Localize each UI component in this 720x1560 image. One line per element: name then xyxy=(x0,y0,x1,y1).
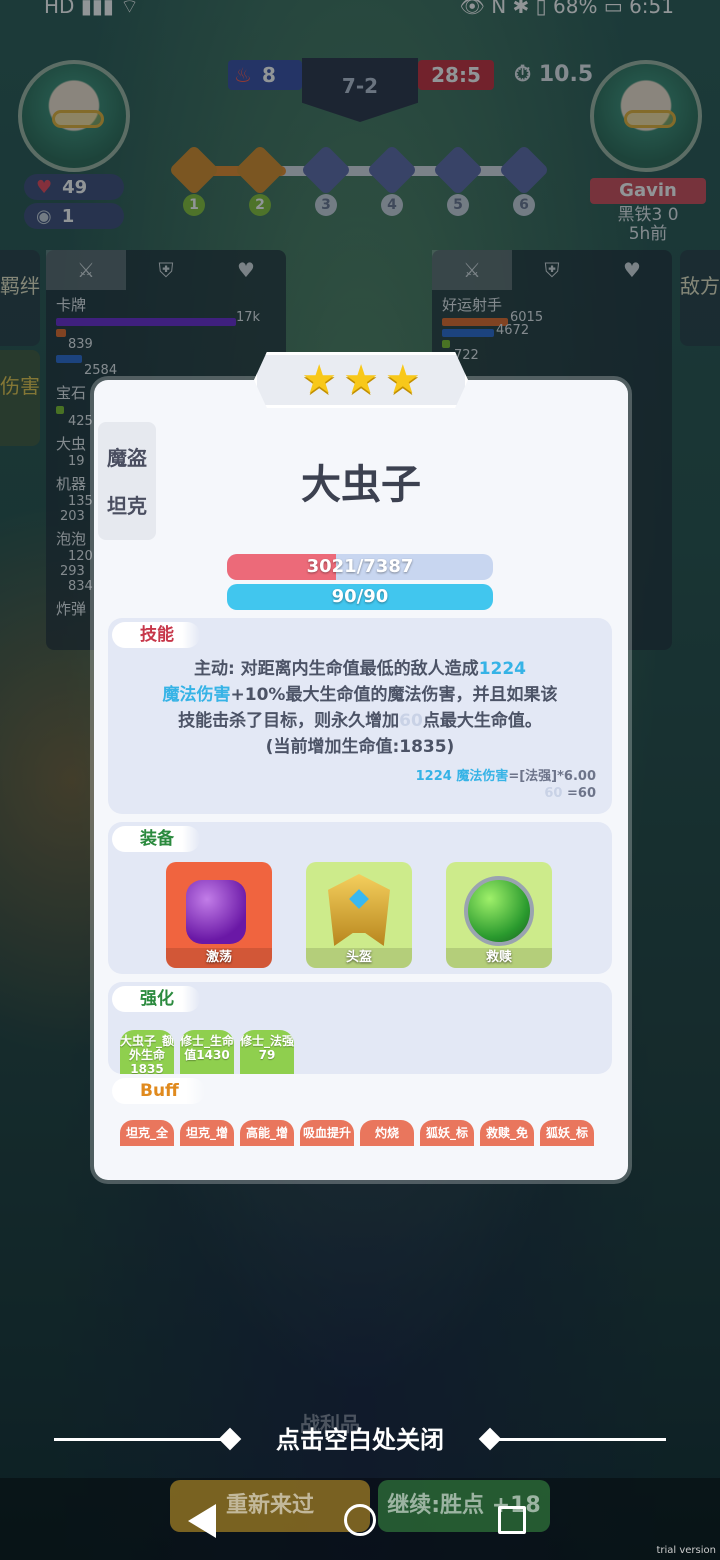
formula-damage: 1224 魔法伤害 xyxy=(415,769,509,784)
enhance-item[interactable]: 修士_法强79 xyxy=(240,1030,294,1074)
skill-line3c: 点最大生命值。 xyxy=(422,711,542,731)
buff-item[interactable]: 狐妖_标 xyxy=(540,1120,594,1146)
buff-item[interactable]: 狐妖_标 xyxy=(420,1120,474,1146)
buff-item[interactable]: 吸血提升 xyxy=(300,1120,354,1146)
home-icon[interactable] xyxy=(344,1504,376,1536)
skill-formula: 1224 魔法伤害=[法强]*6.00 60 =60 xyxy=(416,768,596,802)
enhance-label: 强化 xyxy=(112,986,200,1012)
back-icon[interactable] xyxy=(188,1504,216,1538)
equipment-item[interactable]: 头盔 xyxy=(306,862,412,968)
equipment-item[interactable]: 救赎 xyxy=(446,862,552,968)
skill-damage-value: 1224 xyxy=(478,659,527,679)
skill-description: 主动: 对距离内生命值最低的敌人造成1224 魔法伤害+10%最大生命值的魔法伤… xyxy=(128,656,592,760)
recent-apps-icon[interactable] xyxy=(498,1506,526,1534)
purple-gem-icon xyxy=(186,880,246,944)
buff-item[interactable]: 救赎_免 xyxy=(480,1120,534,1146)
skill-section: 技能 主动: 对距离内生命值最低的敌人造成1224 魔法伤害+10%最大生命值的… xyxy=(108,618,612,814)
hp-bar: 3021/7387 xyxy=(227,554,493,580)
formula-damage-calc: =[法强]*6.00 xyxy=(508,769,596,784)
mp-text: 90/90 xyxy=(331,586,389,607)
hint-line-right xyxy=(496,1438,666,1441)
buff-item[interactable]: 坦克_增 xyxy=(180,1120,234,1146)
hp-text: 3021/7387 xyxy=(306,556,414,577)
skill-line1a: 主动: 对距离内生命值最低的敌人造成 xyxy=(193,659,479,679)
enhance-item[interactable]: 修士_生命值1430 xyxy=(180,1030,234,1074)
skill-line2b: +10%最大生命值的魔法伤害，并且如果该 xyxy=(230,685,558,705)
skill-damage-type: 魔法伤害 xyxy=(162,685,231,705)
buff-item[interactable]: 灼烧 xyxy=(360,1120,414,1146)
unit-name: 大虫子 xyxy=(301,462,421,508)
enhance-section: 强化 大虫子_额外生命1835 修士_生命值1430 修士_法强79 xyxy=(108,982,612,1074)
star-icon: ★ xyxy=(384,357,421,403)
equipment-label: 装备 xyxy=(112,826,200,852)
equipment-name: 激荡 xyxy=(166,948,272,968)
buff-item[interactable]: 坦克_全 xyxy=(120,1120,174,1146)
star-rating: ★ ★ ★ xyxy=(254,352,468,408)
skill-label: 技能 xyxy=(112,622,200,648)
mp-bar: 90/90 xyxy=(227,584,493,610)
star-icon: ★ xyxy=(343,357,379,403)
star-icon: ★ xyxy=(301,357,338,403)
equipment-item[interactable]: 激荡 xyxy=(166,862,272,968)
equipment-section: 装备 激荡 头盔 救赎 xyxy=(108,822,612,974)
equipment-name: 救赎 xyxy=(446,948,552,968)
skill-hp-gain: 60 xyxy=(399,711,423,731)
buff-item[interactable]: 高能_增 xyxy=(240,1120,294,1146)
buff-section: Buff xyxy=(108,1078,205,1104)
trial-watermark: trial version xyxy=(656,1545,716,1556)
skill-current-gain: (当前增加生命值:1835) xyxy=(265,737,455,757)
equipment-name: 头盔 xyxy=(306,948,412,968)
buff-label: Buff xyxy=(112,1078,205,1104)
helmet-icon xyxy=(328,874,390,946)
formula-hp: 60 xyxy=(544,786,563,801)
formula-hp-calc: =60 xyxy=(567,786,596,801)
enhance-item[interactable]: 大虫子_额外生命1835 xyxy=(120,1030,174,1074)
skill-line3a: 技能击杀了目标，则永久增加 xyxy=(178,711,400,731)
green-orb-icon xyxy=(464,876,534,946)
